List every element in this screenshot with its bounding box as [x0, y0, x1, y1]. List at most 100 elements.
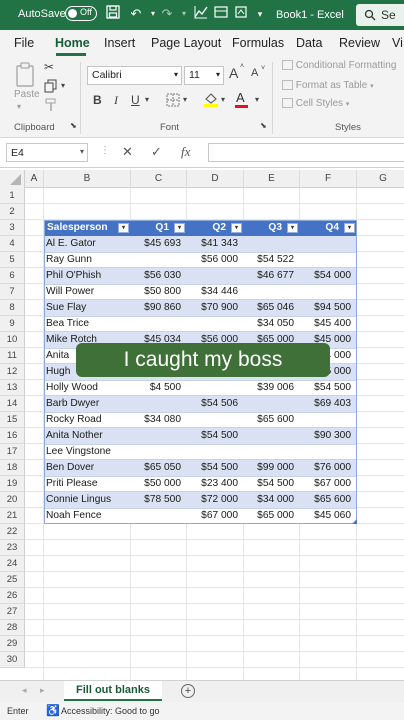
row-header[interactable]: 16 [0, 428, 25, 444]
name-box-dropdown-icon[interactable]: ▾ [80, 147, 84, 156]
row-header[interactable]: 24 [0, 556, 25, 572]
cell-styles-button[interactable]: Cell Styles ▾ [282, 98, 349, 109]
increase-font-size-button[interactable]: A [229, 65, 238, 81]
row-header[interactable]: 19 [0, 476, 25, 492]
font-size-box[interactable]: 11 ▾ [184, 66, 224, 85]
column-header[interactable]: F [300, 170, 357, 188]
row-header[interactable]: 3 [0, 220, 25, 236]
conditional-formatting-button[interactable]: Conditional Formatting [282, 60, 396, 71]
autosave-toggle[interactable]: Off [65, 6, 97, 21]
save-icon[interactable] [104, 5, 122, 23]
font-color-button[interactable]: A [235, 90, 248, 108]
tab-formulas[interactable]: Formulas [232, 36, 284, 50]
formula-input[interactable] [208, 143, 404, 162]
row-header[interactable]: 12 [0, 364, 25, 380]
select-all-corner[interactable] [0, 170, 25, 188]
copy-dropdown-icon[interactable]: ▾ [61, 81, 65, 90]
row-header[interactable]: 7 [0, 284, 25, 300]
cut-icon[interactable]: ✂ [44, 60, 54, 74]
row-header[interactable]: 17 [0, 444, 25, 460]
redo-dropdown-icon[interactable]: ▾ [175, 5, 193, 23]
row-header[interactable]: 22 [0, 524, 25, 540]
row-header[interactable]: 20 [0, 492, 25, 508]
row-header[interactable]: 18 [0, 460, 25, 476]
search-box[interactable]: Se [356, 4, 404, 26]
row-header[interactable]: 26 [0, 588, 25, 604]
document-title: Book1 - Excel [276, 9, 344, 21]
column-header[interactable]: G [357, 170, 404, 188]
scroll-tabs-right-icon[interactable]: ▸ [40, 685, 45, 696]
chart-icon[interactable] [192, 5, 210, 23]
clipboard-launcher-icon[interactable]: ⬊ [70, 121, 77, 130]
customize-toolbar-icon[interactable]: ▾ [251, 5, 269, 23]
accessibility-icon[interactable]: ♿ [46, 704, 60, 717]
scroll-tabs-left-icon[interactable]: ◂ [22, 685, 27, 696]
column-header[interactable]: A [25, 170, 44, 188]
name-box[interactable]: E4 ▾ [6, 143, 88, 162]
underline-dropdown-icon[interactable]: ▾ [145, 95, 149, 104]
borders-icon[interactable] [166, 93, 180, 110]
column-header[interactable]: E [244, 170, 300, 188]
undo-icon[interactable]: ↶ [127, 5, 145, 23]
font-launcher-icon[interactable]: ⬊ [260, 121, 267, 130]
underline-button[interactable]: U [131, 93, 140, 107]
enter-icon[interactable]: ✓ [151, 144, 162, 160]
row-header[interactable]: 9 [0, 316, 25, 332]
row-header[interactable]: 28 [0, 620, 25, 636]
format-painter-icon[interactable] [44, 98, 58, 115]
row-header[interactable]: 8 [0, 300, 25, 316]
tab-view[interactable]: Vi [392, 36, 403, 50]
accessibility-status[interactable]: Accessibility: Good to go [61, 706, 160, 716]
quick-access-icon[interactable] [212, 5, 230, 23]
row-header[interactable]: 21 [0, 508, 25, 524]
add-sheet-icon[interactable]: + [181, 684, 195, 698]
worksheet-grid[interactable]: ABCDEFG 1 2 3 4 5 6 7 8 9 10 11 12 13 14 15 16 17 18 19 20 2… [0, 168, 404, 680]
cancel-icon[interactable]: ✕ [122, 144, 133, 160]
quick-access-icon-2[interactable] [232, 5, 250, 23]
column-header[interactable]: C [131, 170, 187, 188]
row-header[interactable]: 13 [0, 380, 25, 396]
font-size-dropdown-icon[interactable]: ▾ [216, 70, 220, 79]
tab-insert[interactable]: Insert [104, 36, 135, 50]
sheet-tab-fill-out-blanks[interactable]: Fill out blanks [64, 681, 162, 701]
paste-icon[interactable] [14, 62, 38, 91]
tab-review[interactable]: Review [339, 36, 380, 50]
fill-color-icon[interactable] [203, 91, 219, 111]
font-color-dropdown-icon[interactable]: ▾ [255, 95, 259, 104]
row-header[interactable]: 10 [0, 332, 25, 348]
insert-function-icon[interactable]: fx [181, 144, 190, 160]
paste-dropdown-icon[interactable]: ▾ [17, 102, 21, 111]
font-name-box[interactable]: Calibri ▾ [87, 66, 182, 85]
row-header[interactable]: 25 [0, 572, 25, 588]
table-resize-handle[interactable] [352, 519, 357, 524]
borders-dropdown-icon[interactable]: ▾ [183, 95, 187, 104]
row-header[interactable]: 23 [0, 540, 25, 556]
row-header[interactable]: 6 [0, 268, 25, 284]
row-header[interactable]: 5 [0, 252, 25, 268]
row-header[interactable]: 4 [0, 236, 25, 252]
paste-label[interactable]: Paste [14, 89, 40, 100]
row-header[interactable]: 11 [0, 348, 25, 364]
format-as-table-button[interactable]: Format as Table ▾ [282, 80, 374, 91]
italic-button[interactable]: I [114, 93, 118, 108]
tab-data[interactable]: Data [296, 36, 322, 50]
row-header[interactable]: 29 [0, 636, 25, 652]
gridline-row [25, 667, 404, 668]
tab-page-layout[interactable]: Page Layout [151, 36, 221, 50]
tab-file[interactable]: File [14, 36, 34, 50]
row-header[interactable]: 27 [0, 604, 25, 620]
tab-home[interactable]: Home [55, 36, 90, 50]
column-header[interactable]: B [44, 170, 131, 188]
row-header[interactable]: 30 [0, 652, 25, 668]
redo-icon[interactable]: ↷ [158, 5, 176, 23]
font-name-dropdown-icon[interactable]: ▾ [174, 70, 178, 79]
bold-button[interactable]: B [93, 93, 102, 107]
decrease-font-size-button[interactable]: A [251, 67, 258, 79]
copy-icon[interactable] [44, 79, 58, 96]
row-header[interactable]: 14 [0, 396, 25, 412]
row-header[interactable]: 15 [0, 412, 25, 428]
column-header[interactable]: D [187, 170, 244, 188]
row-header[interactable]: 2 [0, 204, 25, 220]
fill-color-dropdown-icon[interactable]: ▾ [221, 95, 225, 104]
row-header[interactable]: 1 [0, 188, 25, 204]
